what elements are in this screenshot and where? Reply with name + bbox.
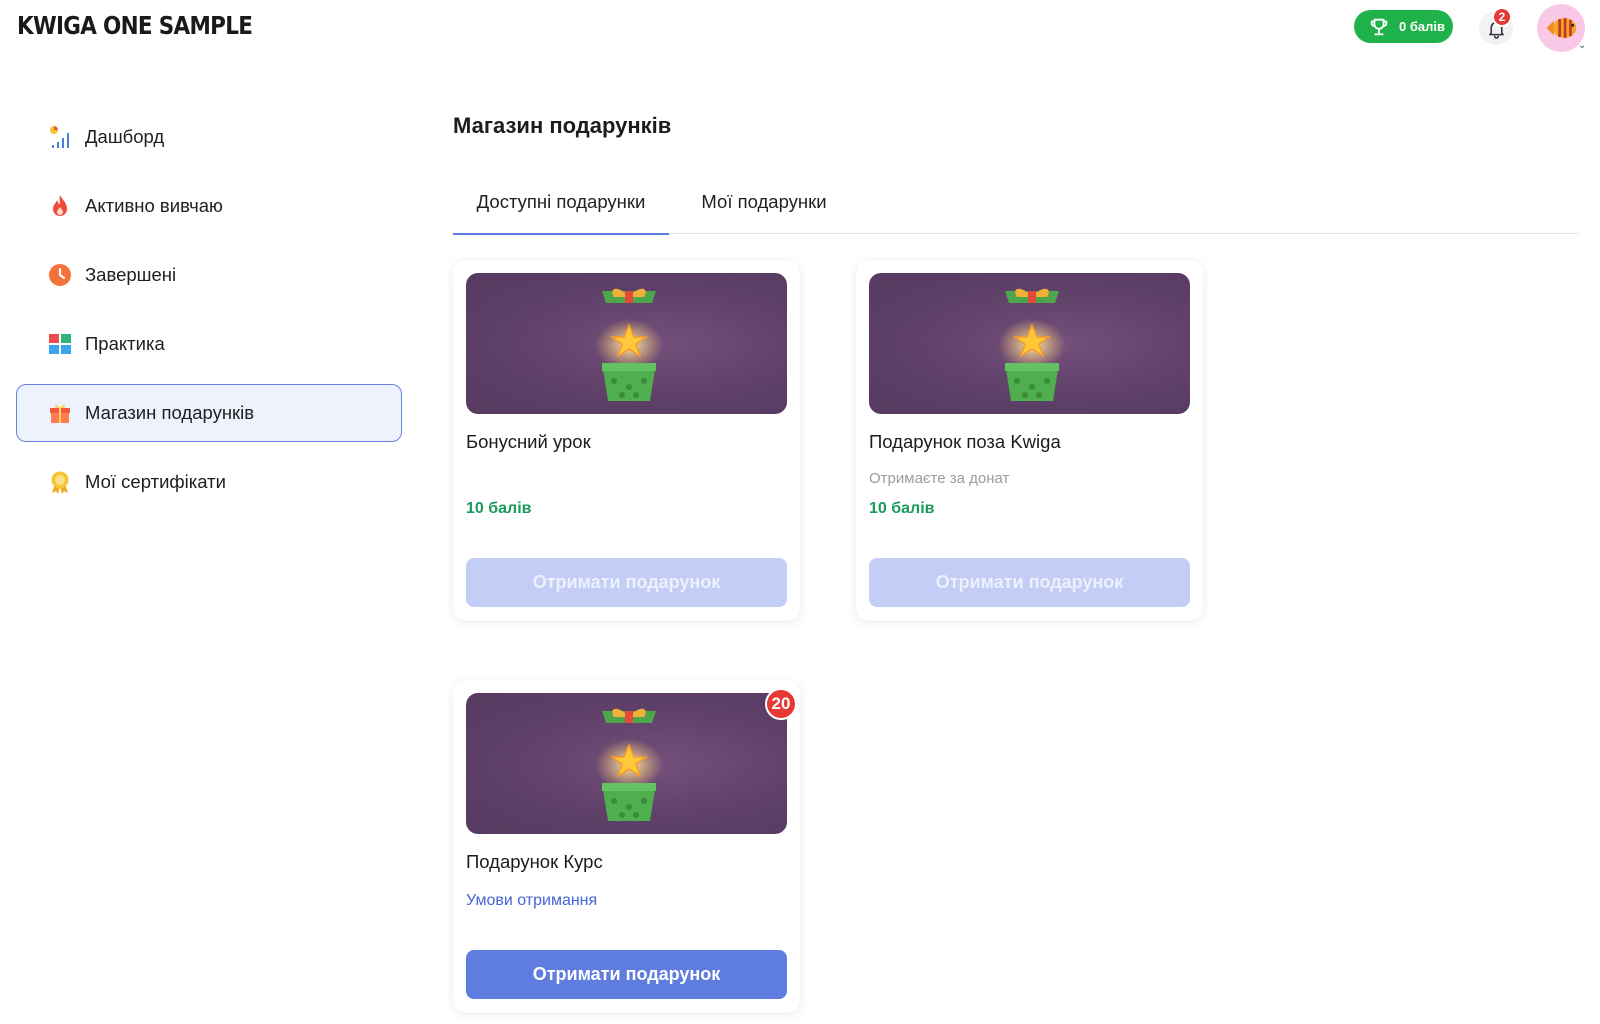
clock-icon xyxy=(47,262,73,288)
sidebar-nav: Дашборд Активно вивчаю Завершені Практик… xyxy=(16,108,402,522)
gift-count-badge: 20 xyxy=(765,688,797,720)
points-button[interactable]: 0 балів xyxy=(1354,10,1453,43)
gift-price: 10 балів xyxy=(466,500,532,517)
chevron-down-icon[interactable]: ⌄ xyxy=(1578,40,1586,51)
points-label: 0 балів xyxy=(1399,19,1445,34)
sidebar-item-completed[interactable]: Завершені xyxy=(16,246,402,304)
gift-box-icon xyxy=(595,288,663,401)
tab-my-gifts[interactable]: Мої подарунки xyxy=(689,170,839,234)
gift-image xyxy=(466,693,787,834)
tab-available-gifts[interactable]: Доступні подарунки xyxy=(453,170,669,235)
gift-icon xyxy=(47,400,73,426)
sidebar-item-label: Магазин подарунків xyxy=(85,402,255,423)
sidebar-item-certificates[interactable]: Мої сертифікати xyxy=(16,453,402,511)
gift-tabs: Доступні подарунки Мої подарунки xyxy=(453,170,1579,235)
gift-card: Бонусний урок 10 балів Отримати подаруно… xyxy=(453,260,800,621)
award-icon xyxy=(47,469,73,495)
get-gift-button[interactable]: Отримати подарунок xyxy=(466,558,787,607)
sidebar-item-practice[interactable]: Практика xyxy=(16,315,402,373)
gift-box-icon xyxy=(595,708,663,821)
gift-title: Бонусний урок xyxy=(466,431,591,452)
sidebar-item-label: Практика xyxy=(85,333,165,354)
conditions-link[interactable]: Умови отримання xyxy=(466,892,597,910)
gift-box-icon xyxy=(998,288,1066,401)
gift-image xyxy=(869,273,1190,414)
gift-title: Подарунок поза Kwiga xyxy=(869,431,1061,452)
sidebar-item-gift-shop[interactable]: Магазин подарунків xyxy=(16,384,402,442)
gift-card: Подарунок поза Kwiga Отримаєте за донат … xyxy=(856,260,1203,621)
gift-price: 10 балів xyxy=(869,500,935,517)
sidebar-item-label: Завершені xyxy=(85,264,177,285)
tiles-icon xyxy=(47,331,73,357)
chart-icon xyxy=(47,124,73,150)
sidebar-item-label: Дашборд xyxy=(85,126,165,147)
top-header: KWIGA ONE SAMPLE 0 балів 2 ⌄ xyxy=(0,0,1600,56)
gift-image xyxy=(466,273,787,414)
sidebar-item-dashboard[interactable]: Дашборд xyxy=(16,108,402,166)
gift-title: Подарунок Курс xyxy=(466,851,603,872)
fire-icon xyxy=(47,193,73,219)
trophy-icon xyxy=(1370,18,1388,35)
brand-logo[interactable]: KWIGA ONE SAMPLE xyxy=(17,11,253,40)
sidebar-item-label: Мої сертифікати xyxy=(85,471,226,492)
notifications-badge: 2 xyxy=(1492,7,1512,27)
sidebar-item-label: Активно вивчаю xyxy=(85,195,223,216)
sidebar-item-active-learning[interactable]: Активно вивчаю xyxy=(16,177,402,235)
get-gift-button[interactable]: Отримати подарунок xyxy=(466,950,787,999)
page-title: Магазин подарунків xyxy=(453,113,672,138)
gift-card: 20 Подарунок Курс Умови отримання Отрима… xyxy=(453,680,800,1013)
gift-subtitle: Отримаєте за донат xyxy=(869,470,1010,487)
get-gift-button[interactable]: Отримати подарунок xyxy=(869,558,1190,607)
fish-avatar-icon xyxy=(1546,18,1577,38)
